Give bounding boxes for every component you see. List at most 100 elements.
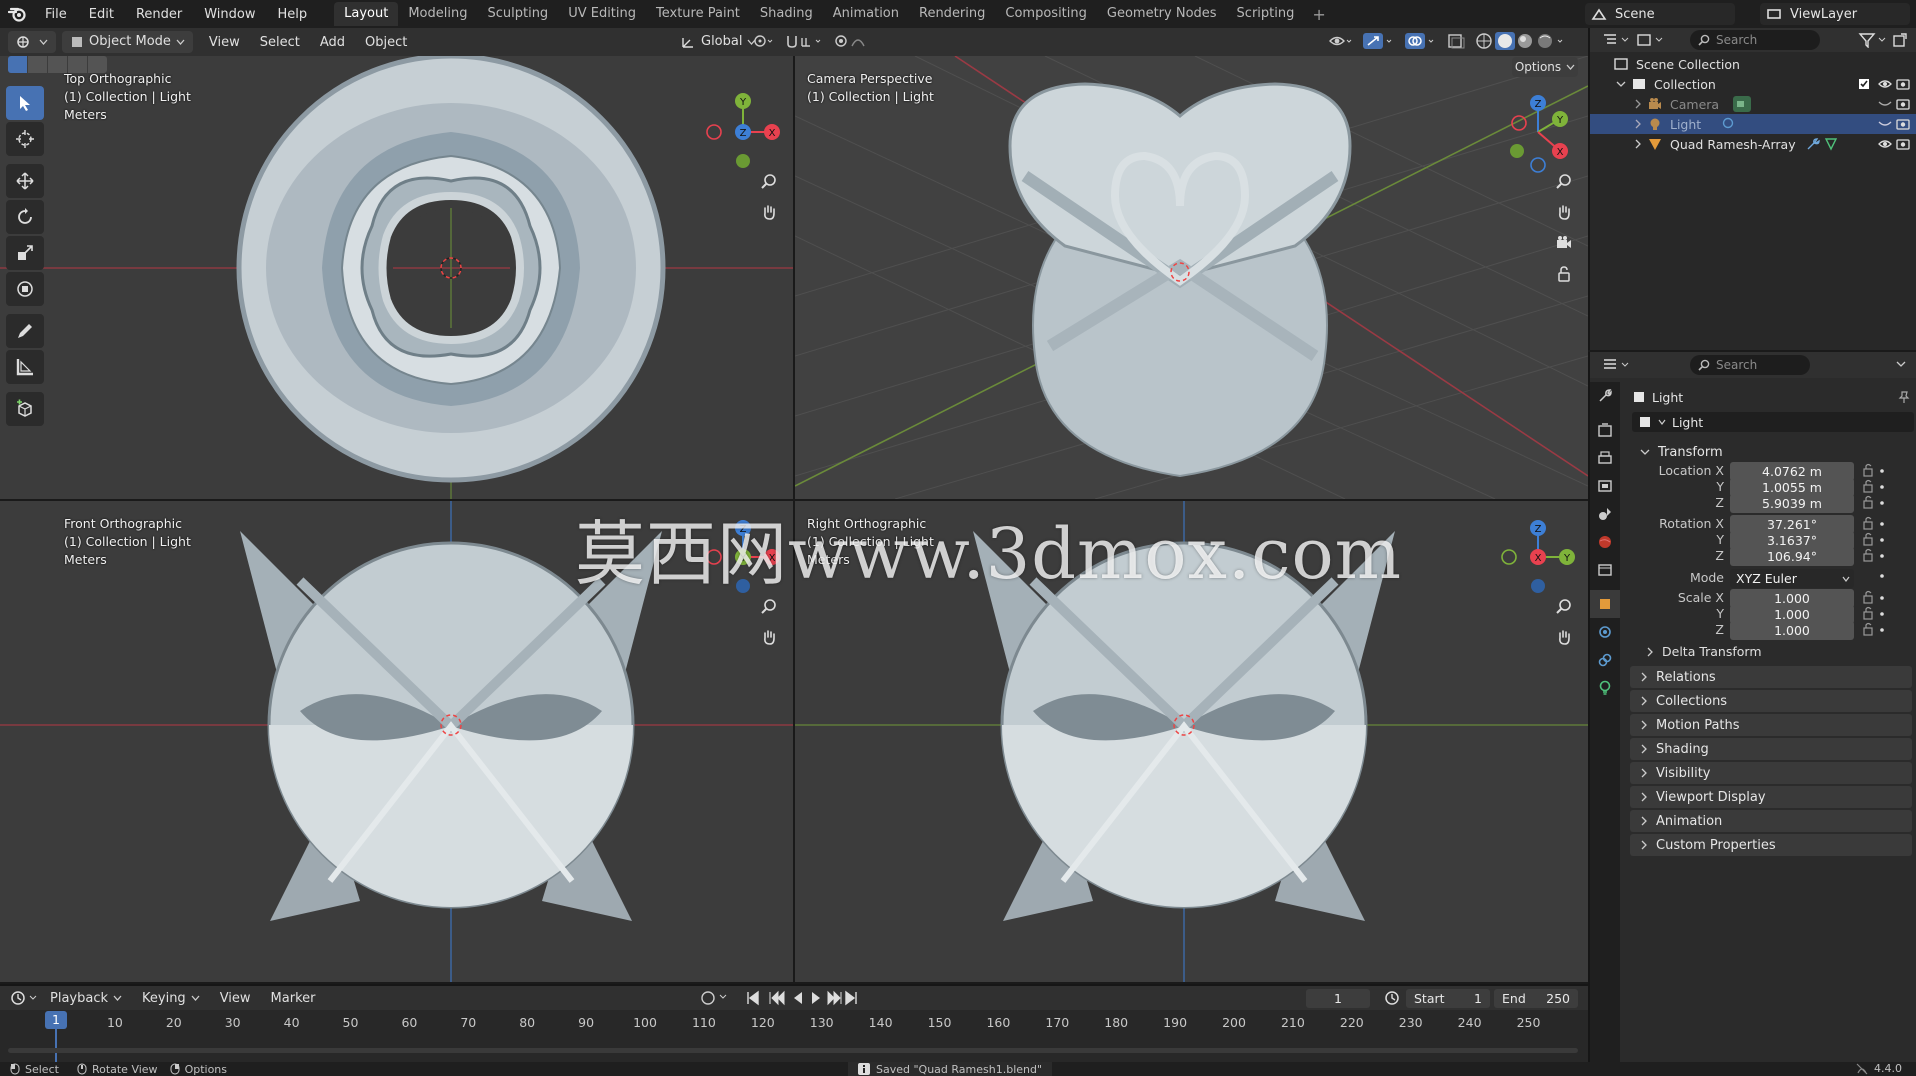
zoom-icon[interactable] xyxy=(1551,593,1577,619)
view-layer-tab[interactable] xyxy=(1590,472,1620,500)
properties-editor-icon[interactable] xyxy=(1602,358,1632,372)
navigation-gizmo[interactable]: Y X Z xyxy=(700,89,786,175)
filter-icon[interactable] xyxy=(1858,32,1888,48)
menu-help[interactable]: Help xyxy=(267,7,319,22)
panel-relations[interactable]: Relations xyxy=(1630,666,1912,688)
rotation-z-field[interactable]: 106.94° xyxy=(1730,547,1854,566)
render-tab[interactable] xyxy=(1590,416,1620,444)
panel-animation[interactable]: Animation xyxy=(1630,810,1912,832)
tool-tab[interactable] xyxy=(1590,382,1620,410)
tab-animation[interactable]: Animation xyxy=(823,2,909,26)
constraints-tab[interactable] xyxy=(1590,646,1620,674)
eye-icon[interactable] xyxy=(1878,78,1892,90)
delta-transform-subpanel[interactable]: Delta Transform xyxy=(1646,644,1762,659)
shading-mode-icons[interactable] xyxy=(1474,32,1570,50)
chevron-down-icon[interactable] xyxy=(1896,360,1906,368)
expand-arrow-icon[interactable] xyxy=(1616,79,1626,89)
tab-rendering[interactable]: Rendering xyxy=(909,2,995,26)
tab-layout[interactable]: Layout xyxy=(334,2,399,26)
tab-uv-editing[interactable]: UV Editing xyxy=(558,2,646,26)
area-split[interactable] xyxy=(1588,350,1916,352)
frame-start-field[interactable]: Start 1 xyxy=(1406,989,1490,1008)
playback-controls[interactable] xyxy=(700,990,860,1006)
status-report[interactable]: Saved "Quad Ramesh1.blend" xyxy=(848,1062,1053,1076)
tab-shading[interactable]: Shading xyxy=(750,2,823,26)
gizmo-toggle-icon[interactable] xyxy=(1362,32,1396,50)
tab-geometry-nodes[interactable]: Geometry Nodes xyxy=(1097,2,1227,26)
object-tab[interactable] xyxy=(1590,590,1620,618)
area-split[interactable] xyxy=(0,982,1588,984)
light-data-icon[interactable] xyxy=(1721,117,1735,131)
scene-tab[interactable] xyxy=(1590,500,1620,528)
xray-toggle-icon[interactable] xyxy=(1446,32,1466,50)
panel-shading[interactable]: Shading xyxy=(1630,738,1912,760)
menu-window[interactable]: Window xyxy=(193,7,266,22)
eye-closed-icon[interactable] xyxy=(1878,118,1892,130)
pan-hand-icon[interactable] xyxy=(756,199,782,225)
camera-render-icon[interactable] xyxy=(1896,78,1910,90)
outliner-scene-collection[interactable]: Scene Collection xyxy=(1590,54,1916,74)
eye-icon[interactable] xyxy=(1878,138,1892,150)
outliner-item-camera[interactable]: Camera xyxy=(1590,94,1916,114)
timeline-view-menu[interactable]: View xyxy=(210,991,261,1006)
scene-selector[interactable]: Scene xyxy=(1585,3,1735,25)
timeline-scrollbar[interactable] xyxy=(8,1048,1578,1053)
current-frame-field[interactable]: 1 xyxy=(1306,989,1370,1008)
transform-orientation-dropdown[interactable]: Global xyxy=(672,31,764,53)
pin-icon[interactable] xyxy=(1898,390,1910,404)
blender-logo-icon[interactable] xyxy=(0,0,34,28)
navigation-gizmo[interactable]: Z Y X xyxy=(1495,89,1581,175)
select-extend-icon[interactable] xyxy=(28,56,47,73)
view-layer-selector[interactable]: ViewLayer xyxy=(1760,3,1910,25)
viewport-menu-view[interactable]: View xyxy=(199,35,250,50)
tab-compositing[interactable]: Compositing xyxy=(995,2,1097,26)
transform-panel-header[interactable]: Transform xyxy=(1630,441,1912,463)
rotate-tool[interactable] xyxy=(6,200,44,234)
panel-viewport-display[interactable]: Viewport Display xyxy=(1630,786,1912,808)
new-collection-icon[interactable] xyxy=(1892,32,1908,48)
outliner-search-input[interactable]: Search xyxy=(1690,30,1820,50)
checkbox-icon[interactable] xyxy=(1858,78,1870,90)
zoom-icon[interactable] xyxy=(756,168,782,194)
properties-search-input[interactable]: Search xyxy=(1690,355,1810,375)
cursor-tool[interactable] xyxy=(6,122,44,156)
tab-scripting[interactable]: Scripting xyxy=(1227,2,1305,26)
eye-closed-icon[interactable] xyxy=(1878,98,1892,110)
lock-keyframe-icons[interactable] xyxy=(1860,462,1916,642)
move-tool[interactable] xyxy=(6,164,44,198)
lock-icon[interactable] xyxy=(1551,261,1577,287)
snap-icon[interactable] xyxy=(784,32,824,50)
output-tab[interactable] xyxy=(1590,444,1620,472)
object-data-tab[interactable] xyxy=(1590,674,1620,702)
navigation-gizmo[interactable]: Z Y X xyxy=(1495,514,1581,600)
tab-texture-paint[interactable]: Texture Paint xyxy=(646,2,750,26)
panel-custom-properties[interactable]: Custom Properties xyxy=(1630,834,1912,856)
pivot-point-icon[interactable] xyxy=(752,32,774,50)
camera-render-icon[interactable] xyxy=(1896,118,1910,130)
add-workspace-button[interactable]: + xyxy=(1304,5,1333,24)
outliner-collection[interactable]: Collection xyxy=(1590,74,1916,94)
collapse-arrow-icon[interactable] xyxy=(1634,99,1642,109)
panel-motion-paths[interactable]: Motion Paths xyxy=(1630,714,1912,736)
tab-sculpting[interactable]: Sculpting xyxy=(477,2,558,26)
proportional-editing-icon[interactable] xyxy=(834,32,872,50)
annotate-tool[interactable] xyxy=(6,314,44,348)
select-intersect-icon[interactable] xyxy=(88,56,107,73)
timeline-editor-icon[interactable] xyxy=(10,990,40,1006)
outliner-item-light[interactable]: Light xyxy=(1590,114,1916,134)
menu-render[interactable]: Render xyxy=(125,7,193,22)
scale-z-field[interactable]: 1.000 xyxy=(1730,621,1854,640)
menu-file[interactable]: File xyxy=(34,7,78,22)
panel-collections[interactable]: Collections xyxy=(1630,690,1912,712)
physics-tab[interactable] xyxy=(1590,618,1620,646)
viewport-camera-perspective[interactable]: Camera Perspective (1) Collection | Ligh… xyxy=(795,56,1588,499)
location-z-field[interactable]: 5.9039 m xyxy=(1730,494,1854,513)
outliner-editor-icon[interactable] xyxy=(1602,33,1632,47)
modifier-wrench-icon[interactable] xyxy=(1806,137,1820,151)
overlays-toggle-icon[interactable] xyxy=(1404,32,1438,50)
viewport-menu-select[interactable]: Select xyxy=(250,35,310,50)
measure-tool[interactable] xyxy=(6,350,44,384)
select-subtract-icon[interactable] xyxy=(48,56,67,73)
camera-render-icon[interactable] xyxy=(1896,138,1910,150)
playhead-frame-indicator[interactable]: 1 xyxy=(45,1011,67,1029)
